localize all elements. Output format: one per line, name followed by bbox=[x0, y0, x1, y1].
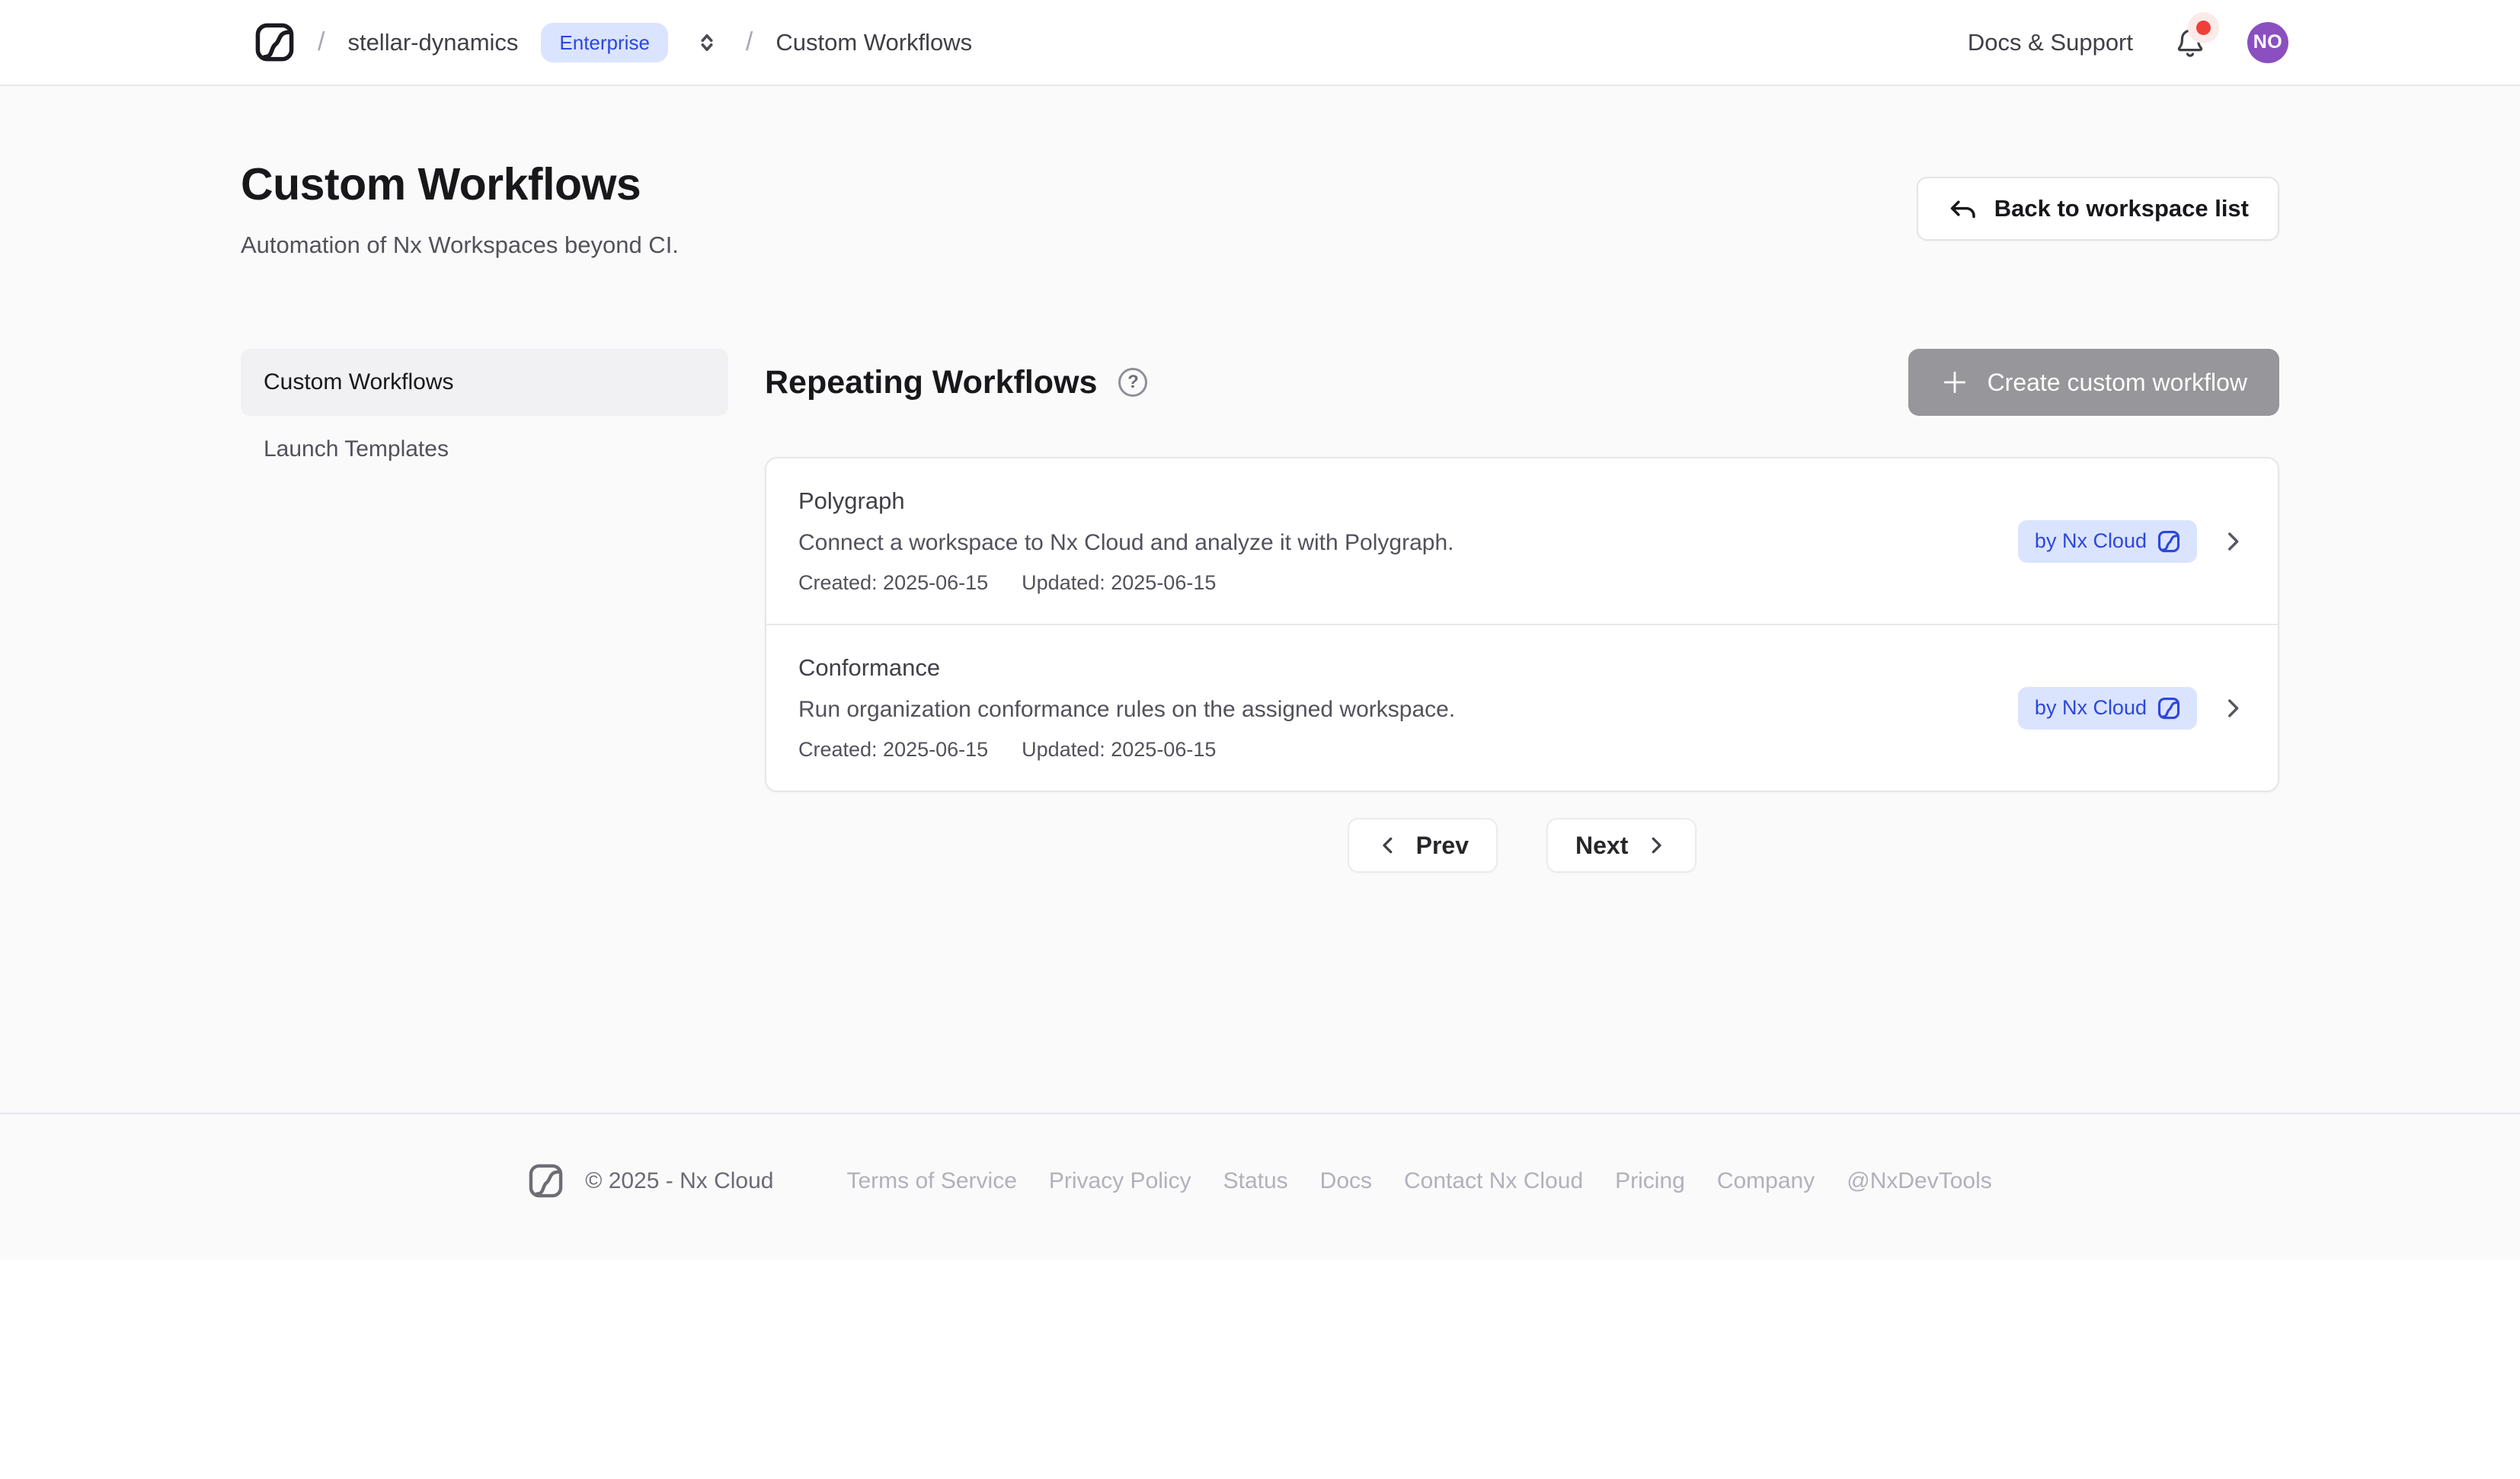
workflow-row-conformance[interactable]: Conformance Run organization conformance… bbox=[766, 624, 2278, 791]
workflow-description: Connect a workspace to Nx Cloud and anal… bbox=[798, 530, 1453, 556]
pagination: Prev Next bbox=[765, 818, 2279, 873]
footer-link-pricing[interactable]: Pricing bbox=[1615, 1168, 1685, 1194]
footer-links: Terms of Service Privacy Policy Status D… bbox=[846, 1168, 1991, 1194]
next-page-button[interactable]: Next bbox=[1546, 818, 1697, 873]
section-title-text: Repeating Workflows bbox=[765, 364, 1097, 401]
page-body: Custom Workflows Automation of Nx Worksp… bbox=[0, 86, 2520, 1260]
nx-logo-icon bbox=[2157, 530, 2180, 553]
nx-logo-icon bbox=[528, 1163, 564, 1199]
footer-link-docs[interactable]: Docs bbox=[1320, 1168, 1372, 1194]
top-bar: / stellar-dynamics Enterprise / Custom W… bbox=[0, 0, 2520, 86]
breadcrumb: / stellar-dynamics Enterprise / Custom W… bbox=[232, 22, 972, 62]
footer-link-nxdevtools[interactable]: @NxDevTools bbox=[1847, 1168, 1992, 1194]
nx-logo-icon bbox=[2157, 697, 2180, 720]
page-subtitle: Automation of Nx Workspaces beyond CI. bbox=[241, 232, 679, 259]
top-nav: Docs & Support NO bbox=[1968, 22, 2288, 63]
footer-link-terms[interactable]: Terms of Service bbox=[846, 1168, 1016, 1194]
workflow-info: Polygraph Connect a workspace to Nx Clou… bbox=[798, 487, 1453, 595]
workflow-name: Conformance bbox=[798, 654, 1455, 682]
prev-page-button[interactable]: Prev bbox=[1348, 818, 1498, 873]
back-button-label: Back to workspace list bbox=[1994, 195, 2249, 222]
footer-link-status[interactable]: Status bbox=[1223, 1168, 1288, 1194]
next-label: Next bbox=[1575, 832, 1628, 860]
avatar[interactable]: NO bbox=[2247, 22, 2288, 63]
chevron-left-icon bbox=[1377, 834, 1399, 857]
plus-icon bbox=[1940, 368, 1969, 397]
breadcrumb-page: Custom Workflows bbox=[776, 29, 972, 56]
breadcrumb-separator: / bbox=[746, 27, 753, 57]
workflow-info: Conformance Run organization conformance… bbox=[798, 654, 1455, 762]
prev-label: Prev bbox=[1416, 832, 1469, 860]
sidebar-item-launch-templates[interactable]: Launch Templates bbox=[241, 416, 728, 483]
chevron-right-icon bbox=[2220, 529, 2246, 554]
chevron-up-down-icon bbox=[694, 30, 720, 56]
help-icon[interactable]: ? bbox=[1118, 368, 1147, 397]
create-custom-workflow-button[interactable]: Create custom workflow bbox=[1908, 349, 2279, 416]
footer: © 2025 - Nx Cloud Terms of Service Priva… bbox=[0, 1113, 2520, 1260]
sidebar-item-custom-workflows[interactable]: Custom Workflows bbox=[241, 349, 728, 416]
chevron-right-icon bbox=[2220, 695, 2246, 721]
badge-label: by Nx Cloud bbox=[2035, 698, 2147, 718]
workspace-switcher-button[interactable] bbox=[691, 27, 723, 59]
section-title: Repeating Workflows ? bbox=[765, 364, 1147, 401]
page-title: Custom Workflows bbox=[241, 158, 679, 210]
breadcrumb-workspace[interactable]: stellar-dynamics bbox=[347, 29, 518, 56]
chevron-right-icon bbox=[1645, 834, 1668, 857]
workflow-list: Polygraph Connect a workspace to Nx Clou… bbox=[765, 457, 2279, 792]
main-panel: Repeating Workflows ? Create custom work… bbox=[765, 349, 2279, 873]
workflow-created: Created: 2025-06-15 bbox=[798, 738, 988, 762]
back-to-workspace-list-button[interactable]: Back to workspace list bbox=[1917, 177, 2279, 241]
workflow-updated: Updated: 2025-06-15 bbox=[1022, 571, 1216, 595]
workflow-description: Run organization conformance rules on th… bbox=[798, 697, 1455, 723]
enterprise-badge: Enterprise bbox=[541, 23, 668, 62]
create-button-label: Create custom workflow bbox=[1988, 369, 2247, 397]
footer-link-contact[interactable]: Contact Nx Cloud bbox=[1404, 1168, 1583, 1194]
workflow-row-polygraph[interactable]: Polygraph Connect a workspace to Nx Clou… bbox=[766, 458, 2278, 624]
notification-dot bbox=[2196, 21, 2211, 35]
sidebar: Custom Workflows Launch Templates bbox=[241, 349, 728, 873]
undo-arrow-icon bbox=[1947, 193, 1979, 225]
by-nx-cloud-badge: by Nx Cloud bbox=[2018, 520, 2197, 563]
copyright: © 2025 - Nx Cloud bbox=[585, 1168, 773, 1194]
workflow-created: Created: 2025-06-15 bbox=[798, 571, 988, 595]
docs-support-link[interactable]: Docs & Support bbox=[1968, 29, 2133, 56]
footer-link-privacy[interactable]: Privacy Policy bbox=[1049, 1168, 1191, 1194]
footer-link-company[interactable]: Company bbox=[1717, 1168, 1815, 1194]
notifications-button[interactable] bbox=[2174, 27, 2206, 59]
workflow-name: Polygraph bbox=[798, 487, 1453, 515]
workflow-updated: Updated: 2025-06-15 bbox=[1022, 738, 1216, 762]
breadcrumb-separator: / bbox=[318, 27, 325, 57]
by-nx-cloud-badge: by Nx Cloud bbox=[2018, 687, 2197, 730]
page-header: Custom Workflows Automation of Nx Worksp… bbox=[232, 86, 2288, 259]
nx-logo-icon[interactable] bbox=[254, 22, 295, 62]
badge-label: by Nx Cloud bbox=[2035, 531, 2147, 551]
